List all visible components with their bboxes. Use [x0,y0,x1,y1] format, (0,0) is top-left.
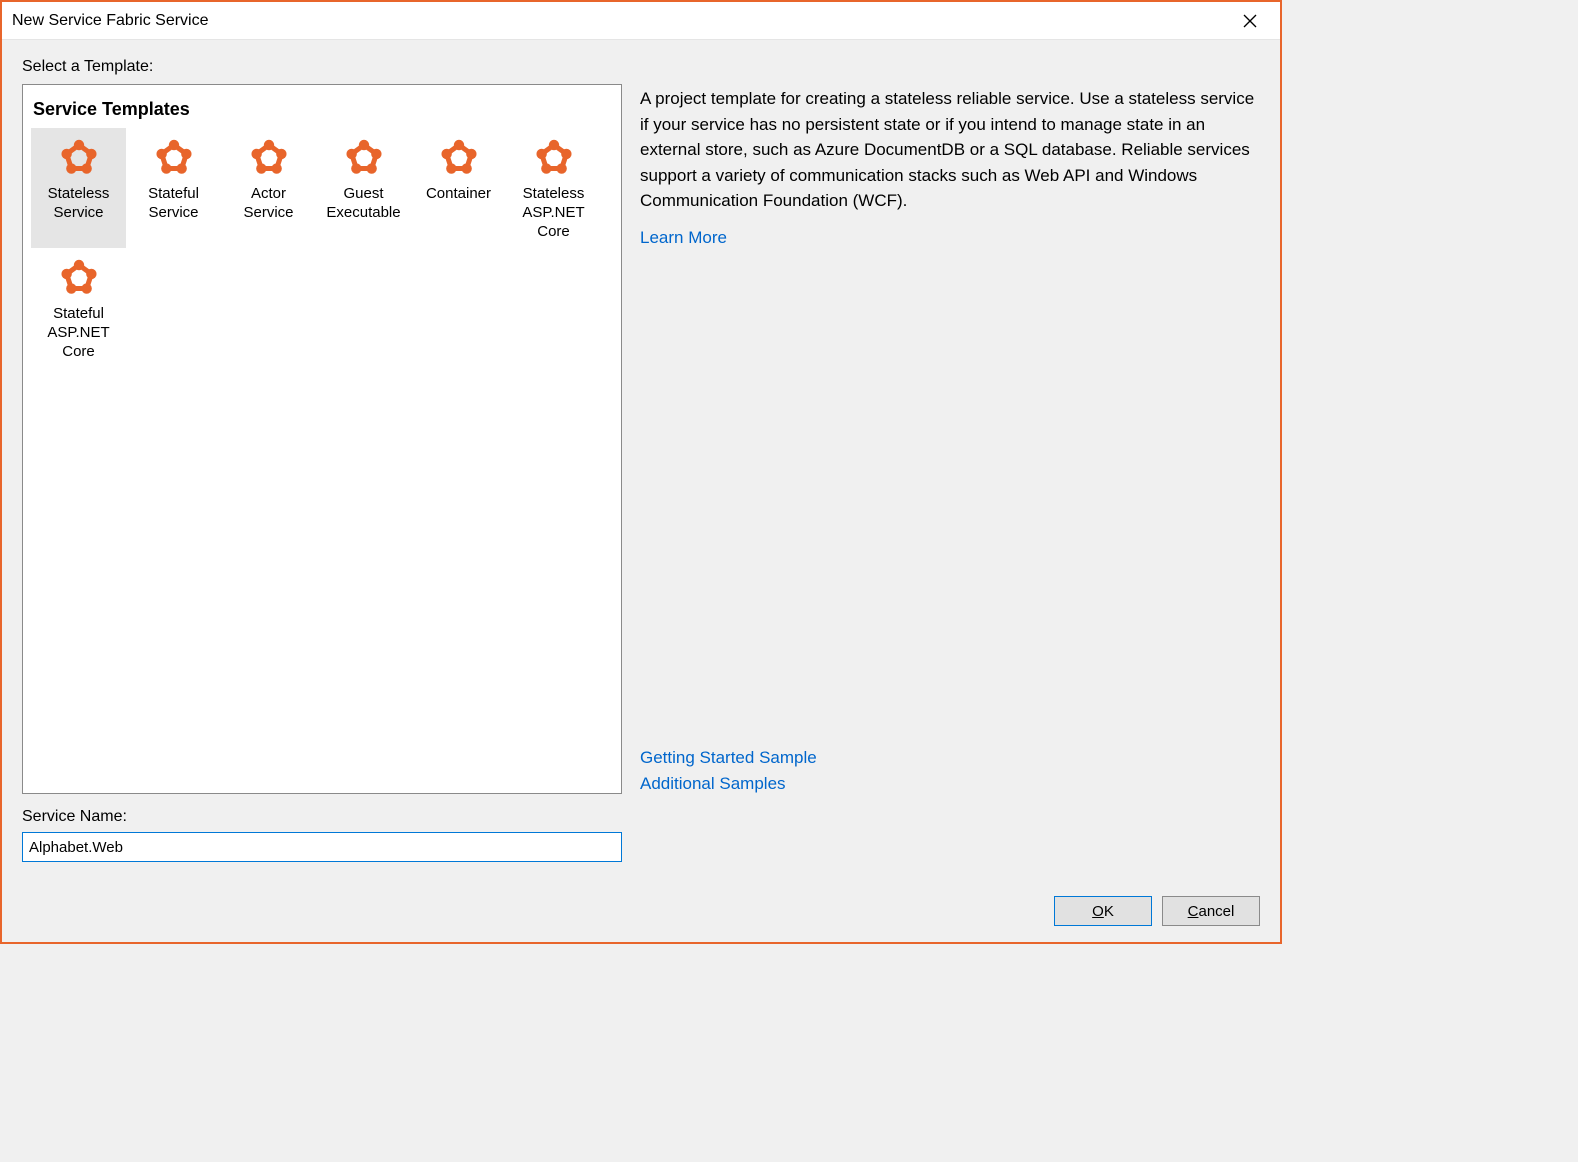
cancel-button[interactable]: Cancel [1162,896,1260,926]
template-label: Guest Executable [319,185,408,223]
select-template-label: Select a Template: [22,58,622,76]
template-icon-wrap [129,135,218,179]
service-fabric-icon [437,135,481,179]
template-label: Stateful ASP.NET Core [34,305,123,361]
learn-more-link[interactable]: Learn More [640,228,1260,248]
template-item[interactable]: Container [411,128,506,248]
template-label: Stateful Service [129,185,218,223]
template-description: A project template for creating a statel… [640,86,1260,214]
service-name-row: Service Name: [22,808,622,862]
close-button[interactable] [1230,6,1270,36]
template-item[interactable]: Guest Executable [316,128,411,248]
template-label: Stateless ASP.NET Core [509,185,598,241]
service-fabric-icon [152,135,196,179]
template-column: Select a Template: Service Templates Sta… [22,58,622,794]
service-fabric-icon [57,255,101,299]
template-label: Container [414,185,503,204]
sample-links: Getting Started Sample Additional Sample… [640,742,1260,794]
template-item[interactable]: Stateless ASP.NET Core [506,128,601,248]
dialog-buttons: OK Cancel [22,896,1260,926]
service-fabric-icon [57,135,101,179]
service-fabric-icon [532,135,576,179]
template-grid: Stateless ServiceStateful ServiceActor S… [31,128,613,369]
service-fabric-icon [342,135,386,179]
template-label: Actor Service [224,185,313,223]
dialog-window: New Service Fabric Service Select a Temp… [0,0,1282,944]
template-icon-wrap [509,135,598,179]
template-list[interactable]: Service Templates Stateless ServiceState… [22,84,622,794]
ok-button[interactable]: OK [1054,896,1152,926]
getting-started-link[interactable]: Getting Started Sample [640,748,1260,768]
upper-region: Select a Template: Service Templates Sta… [22,58,1260,794]
window-title: New Service Fabric Service [12,12,1230,30]
template-item[interactable]: Actor Service [221,128,316,248]
template-label: Stateless Service [34,185,123,223]
template-item[interactable]: Stateful Service [126,128,221,248]
template-section-header: Service Templates [31,95,613,128]
service-name-input[interactable] [22,832,622,862]
template-item[interactable]: Stateless Service [31,128,126,248]
close-icon [1243,14,1257,28]
service-name-label: Service Name: [22,808,622,826]
template-icon-wrap [34,255,123,299]
template-icon-wrap [414,135,503,179]
titlebar: New Service Fabric Service [2,2,1280,40]
service-fabric-icon [247,135,291,179]
template-icon-wrap [319,135,408,179]
template-icon-wrap [224,135,313,179]
template-icon-wrap [34,135,123,179]
dialog-body: Select a Template: Service Templates Sta… [2,40,1280,942]
template-item[interactable]: Stateful ASP.NET Core [31,248,126,368]
additional-samples-link[interactable]: Additional Samples [640,774,1260,794]
description-column: A project template for creating a statel… [640,58,1260,794]
